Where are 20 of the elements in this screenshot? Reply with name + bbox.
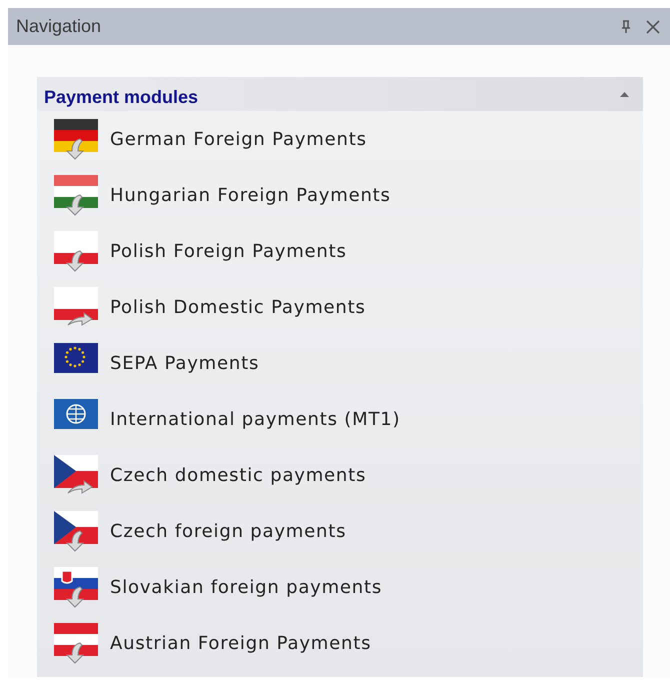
flag-icon — [52, 509, 100, 553]
nav-item[interactable]: Slovakian foreign payments — [37, 559, 643, 615]
pane-title: Navigation — [16, 16, 102, 37]
flag-icon — [52, 621, 100, 665]
flag-icon — [52, 565, 100, 609]
collapse-icon[interactable] — [620, 91, 629, 97]
flag-icon — [52, 229, 100, 273]
nav-item[interactable]: Polish Foreign Payments — [37, 223, 643, 279]
nav-item[interactable]: Czech foreign payments — [37, 503, 643, 559]
nav-item[interactable]: Polish Domestic Payments — [37, 279, 643, 335]
nav-item[interactable]: International payments (MT1) — [37, 391, 643, 447]
flag-icon — [52, 173, 100, 217]
nav-item[interactable]: Czech domestic payments — [37, 447, 643, 503]
nav-item[interactable]: Austrian Foreign Payments — [37, 615, 643, 671]
nav-item[interactable]: Hungarian Foreign Payments — [37, 167, 643, 223]
close-icon[interactable] — [646, 20, 660, 34]
nav-item[interactable]: SEPA Payments — [37, 335, 643, 391]
nav-item[interactable]: German Foreign Payments — [37, 111, 643, 167]
flag-icon — [52, 117, 100, 161]
pin-icon[interactable] — [620, 20, 632, 34]
